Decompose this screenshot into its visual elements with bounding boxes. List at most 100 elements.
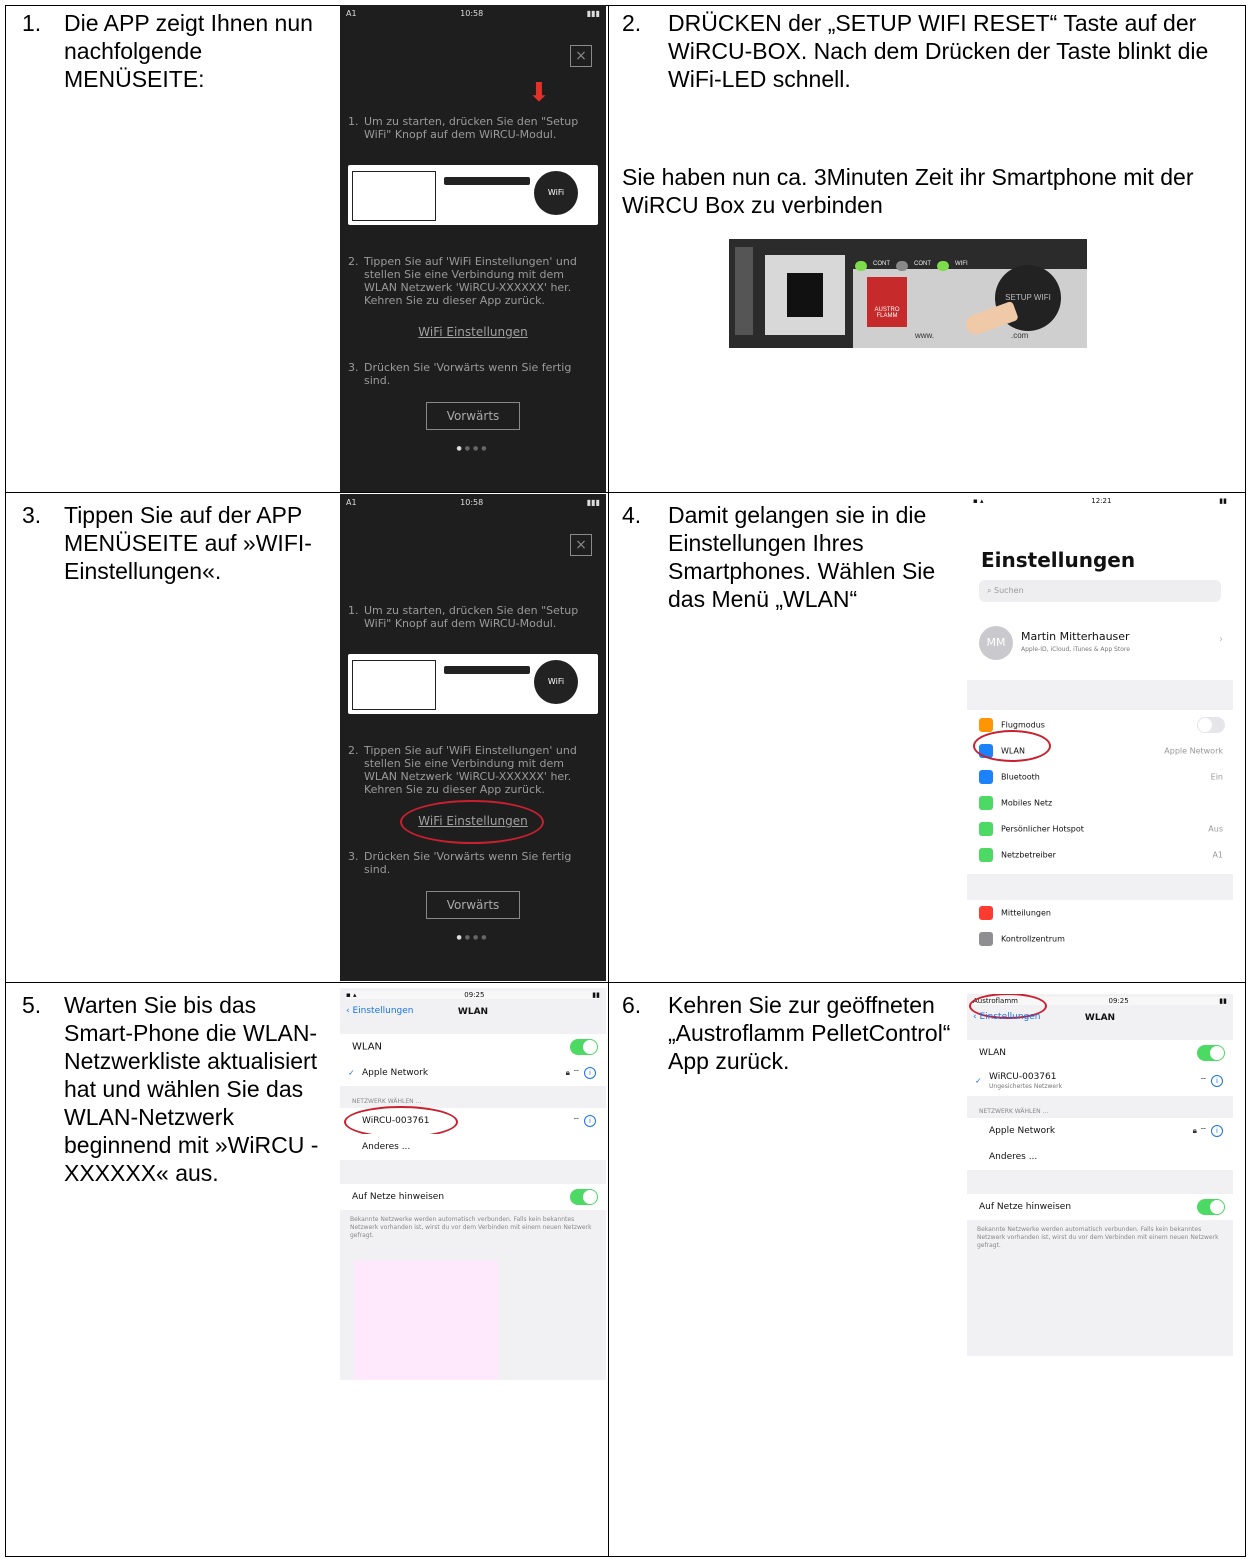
step-text: DRÜCKEN der „SETUP WIFI RESET“ Taste auf… bbox=[668, 10, 1209, 92]
setting-icon bbox=[979, 906, 993, 920]
step-number: 2. bbox=[622, 10, 642, 36]
app-step-2: 2. Tippen Sie auf 'WiFi Einstellungen' un… bbox=[348, 255, 577, 307]
step-number: 1. bbox=[22, 10, 42, 36]
ask-join-toggle[interactable] bbox=[1197, 1199, 1225, 1215]
forward-button[interactable]: Vorwärts bbox=[426, 891, 520, 919]
ask-join-row[interactable]: Auf Netze hinweisen bbox=[340, 1184, 606, 1210]
wifi-button-illustration: WiFi bbox=[534, 171, 578, 215]
step-text: Tippen Sie auf der APP MENÜSEITE auf »WI… bbox=[64, 502, 312, 584]
step-text: Die APP zeigt Ihnen nun nachfolgende MEN… bbox=[64, 10, 313, 92]
footnote: Bekannte Netzwerke werden automatisch ve… bbox=[977, 1226, 1219, 1249]
settings-row[interactable]: Mobiles Netz bbox=[967, 790, 1233, 816]
page-dots: ●●●● bbox=[456, 934, 490, 941]
step-number: 3. bbox=[22, 502, 42, 528]
signal-icon: ▪ ▴ bbox=[346, 991, 357, 999]
network-row-other[interactable]: Anderes ... bbox=[967, 1144, 1233, 1170]
setting-icon bbox=[979, 718, 993, 732]
info-icon[interactable]: i bbox=[584, 1067, 596, 1079]
settings-row-label: Mitteilungen bbox=[1001, 908, 1051, 918]
wifi-lock-icon: 🔒︎ ⌔ bbox=[1192, 1126, 1207, 1135]
profile-subtitle: Apple-ID, iCloud, iTunes & App Store bbox=[1021, 646, 1130, 653]
wircu-box-photo: AUSTRO FLAMM CONT CONT WIFI www. .com SE… bbox=[729, 239, 1087, 348]
page-dots: ●●●● bbox=[456, 445, 490, 452]
nav-title: WLAN bbox=[457, 1007, 489, 1017]
settings-row[interactable]: Persönlicher Hotspot Aus bbox=[967, 816, 1233, 842]
app-step-1: 1. Um zu starten, drücken Sie den "Setup … bbox=[348, 604, 579, 630]
settings-title: Einstellungen bbox=[981, 548, 1136, 572]
info-icon[interactable]: i bbox=[584, 1115, 596, 1127]
carrier-label: A1 bbox=[346, 498, 357, 507]
wifi-lock-icon: 🔒︎ ⌔ bbox=[565, 1068, 580, 1077]
settings-row[interactable]: Netzbetreiber A1 bbox=[967, 842, 1233, 868]
network-row[interactable]: Apple Network 🔒︎ ⌔ i bbox=[967, 1118, 1233, 1144]
clock: 09:25 bbox=[464, 991, 485, 999]
clock: 10:58 bbox=[460, 9, 484, 18]
airplane-toggle[interactable] bbox=[1197, 717, 1225, 733]
close-icon[interactable]: × bbox=[570, 45, 592, 67]
connected-network-row[interactable]: ✓ Apple Network 🔒︎ ⌔ i bbox=[340, 1060, 606, 1086]
ask-join-row[interactable]: Auf Netze hinweisen bbox=[967, 1194, 1233, 1220]
clock: 10:58 bbox=[460, 498, 484, 507]
table-border-left bbox=[5, 5, 6, 1557]
led-cont bbox=[855, 261, 867, 271]
wifi-icon: ⌔ bbox=[1199, 1076, 1207, 1085]
table-border-right bbox=[1245, 5, 1246, 1557]
connected-network-row[interactable]: ✓ WiRCU-003761 Ungesichertes Netzwerk ⌔ i bbox=[967, 1066, 1233, 1096]
chevron-right-icon: › bbox=[1219, 634, 1223, 645]
wifi-button-illustration: WiFi bbox=[534, 660, 578, 704]
app-step-1: 1. Um zu starten, drücken Sie den "Setup … bbox=[348, 115, 579, 141]
redaction-block bbox=[354, 1260, 498, 1380]
wifi-settings-link[interactable]: WiFi Einstellungen bbox=[340, 325, 606, 339]
settings-row[interactable]: Nicht stören bbox=[967, 952, 1233, 954]
setting-icon bbox=[979, 770, 993, 784]
table-border-top bbox=[5, 5, 1246, 6]
wlan-toggle-row[interactable]: WLAN bbox=[967, 1040, 1233, 1066]
highlight-oval bbox=[400, 800, 544, 844]
app-step-2: 2. Tippen Sie auf 'WiFi Einstellungen' un… bbox=[348, 744, 577, 796]
clock: 12:21 bbox=[1091, 497, 1112, 505]
step-number: 6. bbox=[622, 992, 642, 1018]
battery-icon: ▮▮ bbox=[1219, 497, 1227, 505]
settings-row[interactable]: Kontrollzentrum bbox=[967, 926, 1233, 952]
wlan-toggle-row[interactable]: WLAN bbox=[340, 1034, 606, 1060]
settings-screenshot: ▪ ▴ 12:21 ▮▮ Einstellungen ⌕ Suchen MM M… bbox=[967, 494, 1233, 954]
close-icon[interactable]: × bbox=[570, 534, 592, 556]
battery-icon: ▮▮ bbox=[592, 991, 600, 999]
checkmark-icon: ✓ bbox=[348, 1068, 355, 1078]
section-header: NETZWERK WÄHLEN ... bbox=[352, 1098, 422, 1105]
settings-row-label: Bluetooth bbox=[1001, 772, 1040, 782]
wifi-icon: ⌔ bbox=[572, 1116, 580, 1125]
network-row-other[interactable]: Anderes ... bbox=[340, 1134, 606, 1160]
setting-icon bbox=[979, 796, 993, 810]
wlan-toggle[interactable] bbox=[570, 1039, 598, 1055]
settings-row[interactable]: Mitteilungen bbox=[967, 900, 1233, 926]
settings-row-label: Flugmodus bbox=[1001, 720, 1045, 730]
step-text: Damit gelangen sie in die Einstellungen … bbox=[668, 502, 936, 612]
settings-row-label: Persönlicher Hotspot bbox=[1001, 824, 1084, 834]
signal-icon: ▪ ▴ bbox=[973, 497, 984, 505]
brand-label: AUSTRO FLAMM bbox=[867, 277, 907, 327]
led-row: CONT CONT WIFI bbox=[855, 261, 968, 271]
instruction-table: 1. Die APP zeigt Ihnen nun nachfolgende … bbox=[5, 5, 1246, 1557]
battery-icon: ▮▮ bbox=[1219, 997, 1227, 1005]
url-label-end: .com bbox=[1011, 331, 1029, 340]
setting-icon bbox=[979, 822, 993, 836]
nav-title: WLAN bbox=[1084, 1013, 1116, 1023]
battery-icon: ▮▮▮ bbox=[586, 498, 600, 507]
settings-row-value: Apple Network bbox=[1164, 746, 1223, 756]
step-number: 5. bbox=[22, 992, 42, 1018]
profile-name: Martin Mitterhauser bbox=[1021, 630, 1130, 643]
info-icon[interactable]: i bbox=[1211, 1075, 1223, 1087]
settings-row-label: Kontrollzentrum bbox=[1001, 934, 1065, 944]
url-label: www. bbox=[915, 331, 935, 340]
search-input[interactable]: ⌕ Suchen bbox=[979, 580, 1221, 602]
info-icon[interactable]: i bbox=[1211, 1125, 1223, 1137]
wlan-list-screenshot: ▪ ▴ 09:25 ▮▮ ‹ Einstellungen WLAN WLAN ✓… bbox=[340, 988, 606, 1380]
forward-button[interactable]: Vorwärts bbox=[426, 402, 520, 430]
step-text: Kehren Sie zur geöffneten „Austroflamm P… bbox=[668, 992, 951, 1074]
search-icon: ⌕ bbox=[987, 586, 995, 595]
ask-join-toggle[interactable] bbox=[570, 1189, 598, 1205]
profile-row[interactable]: MM Martin Mitterhauser Apple-ID, iCloud,… bbox=[967, 616, 1233, 676]
settings-row[interactable]: Bluetooth Ein bbox=[967, 764, 1233, 790]
wlan-toggle[interactable] bbox=[1197, 1045, 1225, 1061]
